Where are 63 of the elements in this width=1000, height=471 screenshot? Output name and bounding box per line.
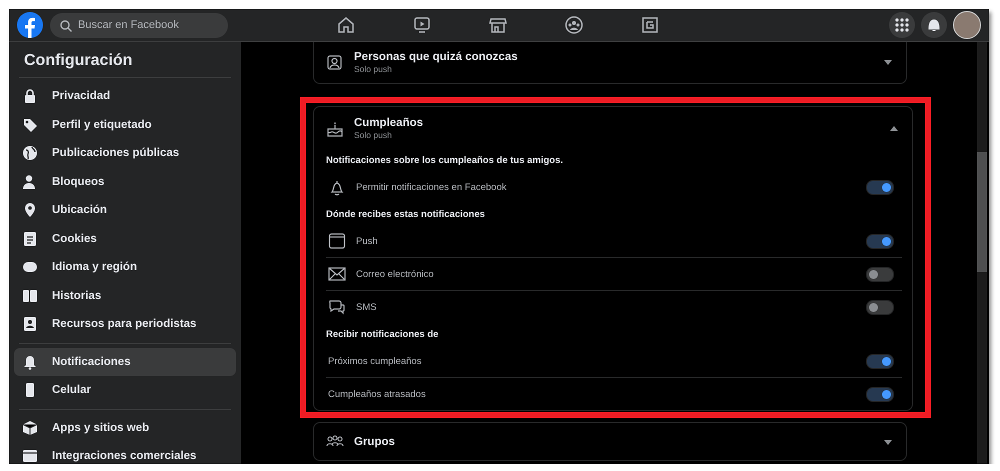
bell-icon [328, 178, 346, 196]
sidebar-item[interactable]: Integraciones comerciales [14, 442, 236, 464]
sidebar-item[interactable]: Publicaciones públicas [14, 139, 236, 168]
sidebar-item[interactable]: Bloqueos [14, 168, 236, 196]
people-icon [326, 54, 344, 72]
menu-button[interactable] [889, 12, 915, 38]
toggle-switch[interactable] [866, 300, 894, 314]
card-header[interactable]: Personas que quizá conozcas Solo push [326, 42, 896, 83]
pin-icon [22, 202, 38, 218]
person-icon [22, 174, 38, 190]
scrollbar[interactable] [977, 42, 987, 464]
sidebar-item[interactable]: Idioma y región [14, 253, 236, 282]
lock-icon [22, 88, 38, 104]
setting-label: Cumpleaños atrasados [328, 388, 427, 400]
sidebar-item[interactable]: Celular [14, 376, 236, 404]
video-icon[interactable] [413, 16, 431, 34]
cube-icon [22, 420, 38, 436]
card-title: Personas que quizá conozcas [354, 51, 519, 63]
logo-icon[interactable] [17, 12, 43, 38]
card-header[interactable]: Cumpleaños Solo push [326, 107, 902, 149]
envelope-icon [328, 265, 346, 283]
setting-label: Push [356, 236, 379, 246]
chat-bubbles-icon [328, 298, 346, 316]
badge-icon [22, 316, 38, 332]
toggle-switch[interactable] [866, 234, 894, 248]
search-field[interactable]: Buscar en Facebook [50, 12, 228, 38]
sidebar-item[interactable]: Perfil y etiquetado [14, 110, 236, 139]
card-title: Cumpleaños [354, 117, 424, 129]
setting-label: Próximos cumpleaños [328, 356, 422, 366]
card-title: Grupos [354, 436, 396, 448]
toggle-switch[interactable] [866, 354, 894, 368]
setting-label: Correo electrónico [356, 268, 435, 280]
tag-icon [22, 116, 38, 133]
sidebar-item[interactable]: Notificaciones [14, 348, 236, 376]
sidebar-title: Configuración [19, 48, 231, 78]
sidebar-item[interactable]: Apps y sitios web [14, 414, 236, 442]
group-icon[interactable] [565, 16, 583, 34]
sidebar-item[interactable]: Ubicación [14, 196, 236, 224]
section-heading: Dónde recibes estas notificaciones [326, 208, 486, 222]
notifications-button[interactable] [921, 12, 947, 38]
setting-label: Permitir notificaciones en Facebook [356, 182, 508, 192]
sidebar-item[interactable]: Historias [14, 282, 236, 310]
globe-icon [22, 145, 38, 162]
browser-window-icon [328, 232, 346, 250]
sidebar-item[interactable]: Privacidad [14, 82, 236, 110]
book-icon [22, 288, 38, 304]
home-icon[interactable] [337, 16, 355, 34]
store-icon[interactable] [489, 16, 507, 34]
toggle-switch[interactable] [866, 266, 894, 282]
toggle-switch[interactable] [866, 180, 894, 194]
section-heading: Notificaciones sobre los cumpleaños de tus amigos. [326, 154, 564, 168]
sidebar-item[interactable]: Cookies [14, 224, 236, 253]
toggle-switch[interactable] [866, 386, 894, 402]
card-subtitle: Solo push [354, 64, 393, 74]
cake-icon [326, 120, 344, 138]
section-heading: Recibir notificaciones de [326, 328, 440, 342]
card-header[interactable]: Grupos [326, 423, 896, 460]
avatar[interactable] [953, 11, 981, 39]
setting-label: SMS [356, 302, 378, 312]
document-icon [22, 230, 38, 247]
card-subtitle: Solo push [354, 130, 393, 140]
bell-icon [22, 354, 38, 370]
sidebar-item[interactable]: Recursos para periodistas [14, 310, 236, 338]
